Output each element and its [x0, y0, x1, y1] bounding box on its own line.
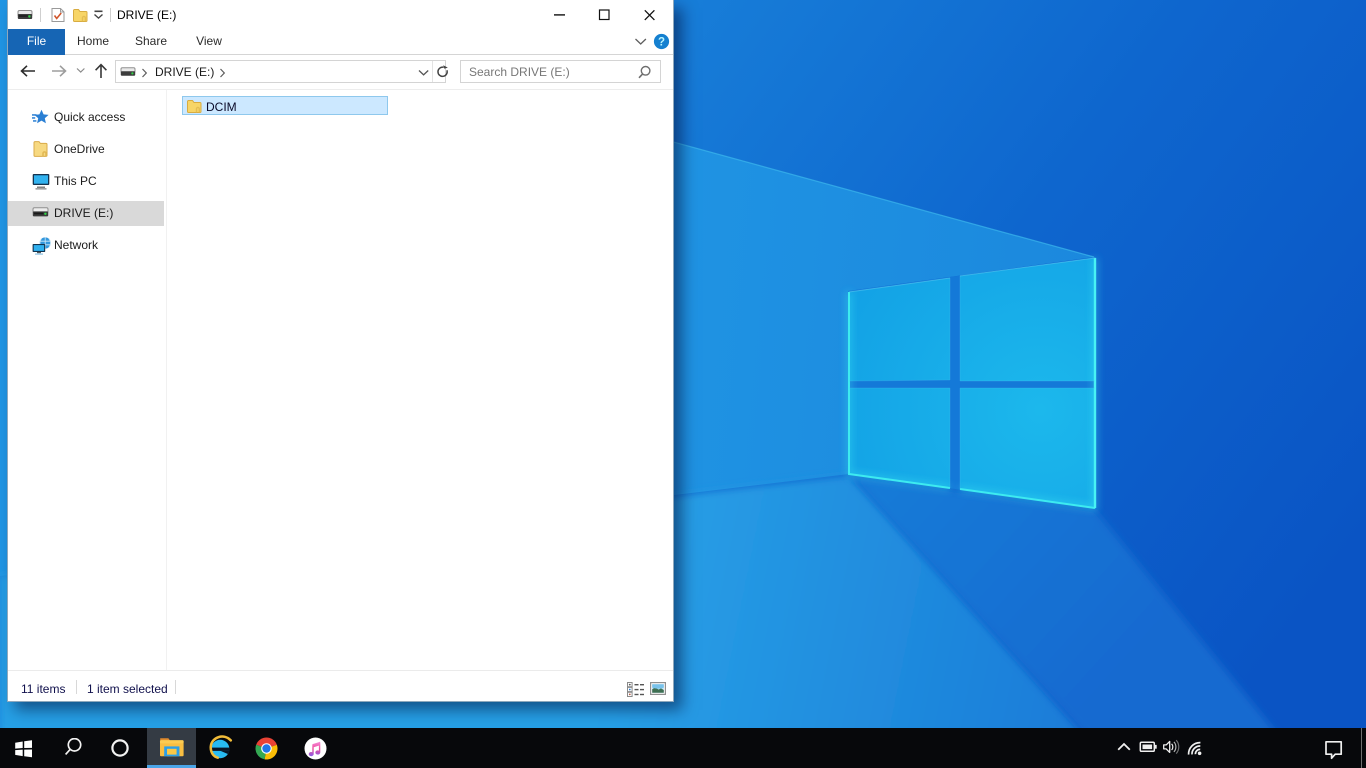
svg-text:?: ? — [658, 37, 665, 49]
